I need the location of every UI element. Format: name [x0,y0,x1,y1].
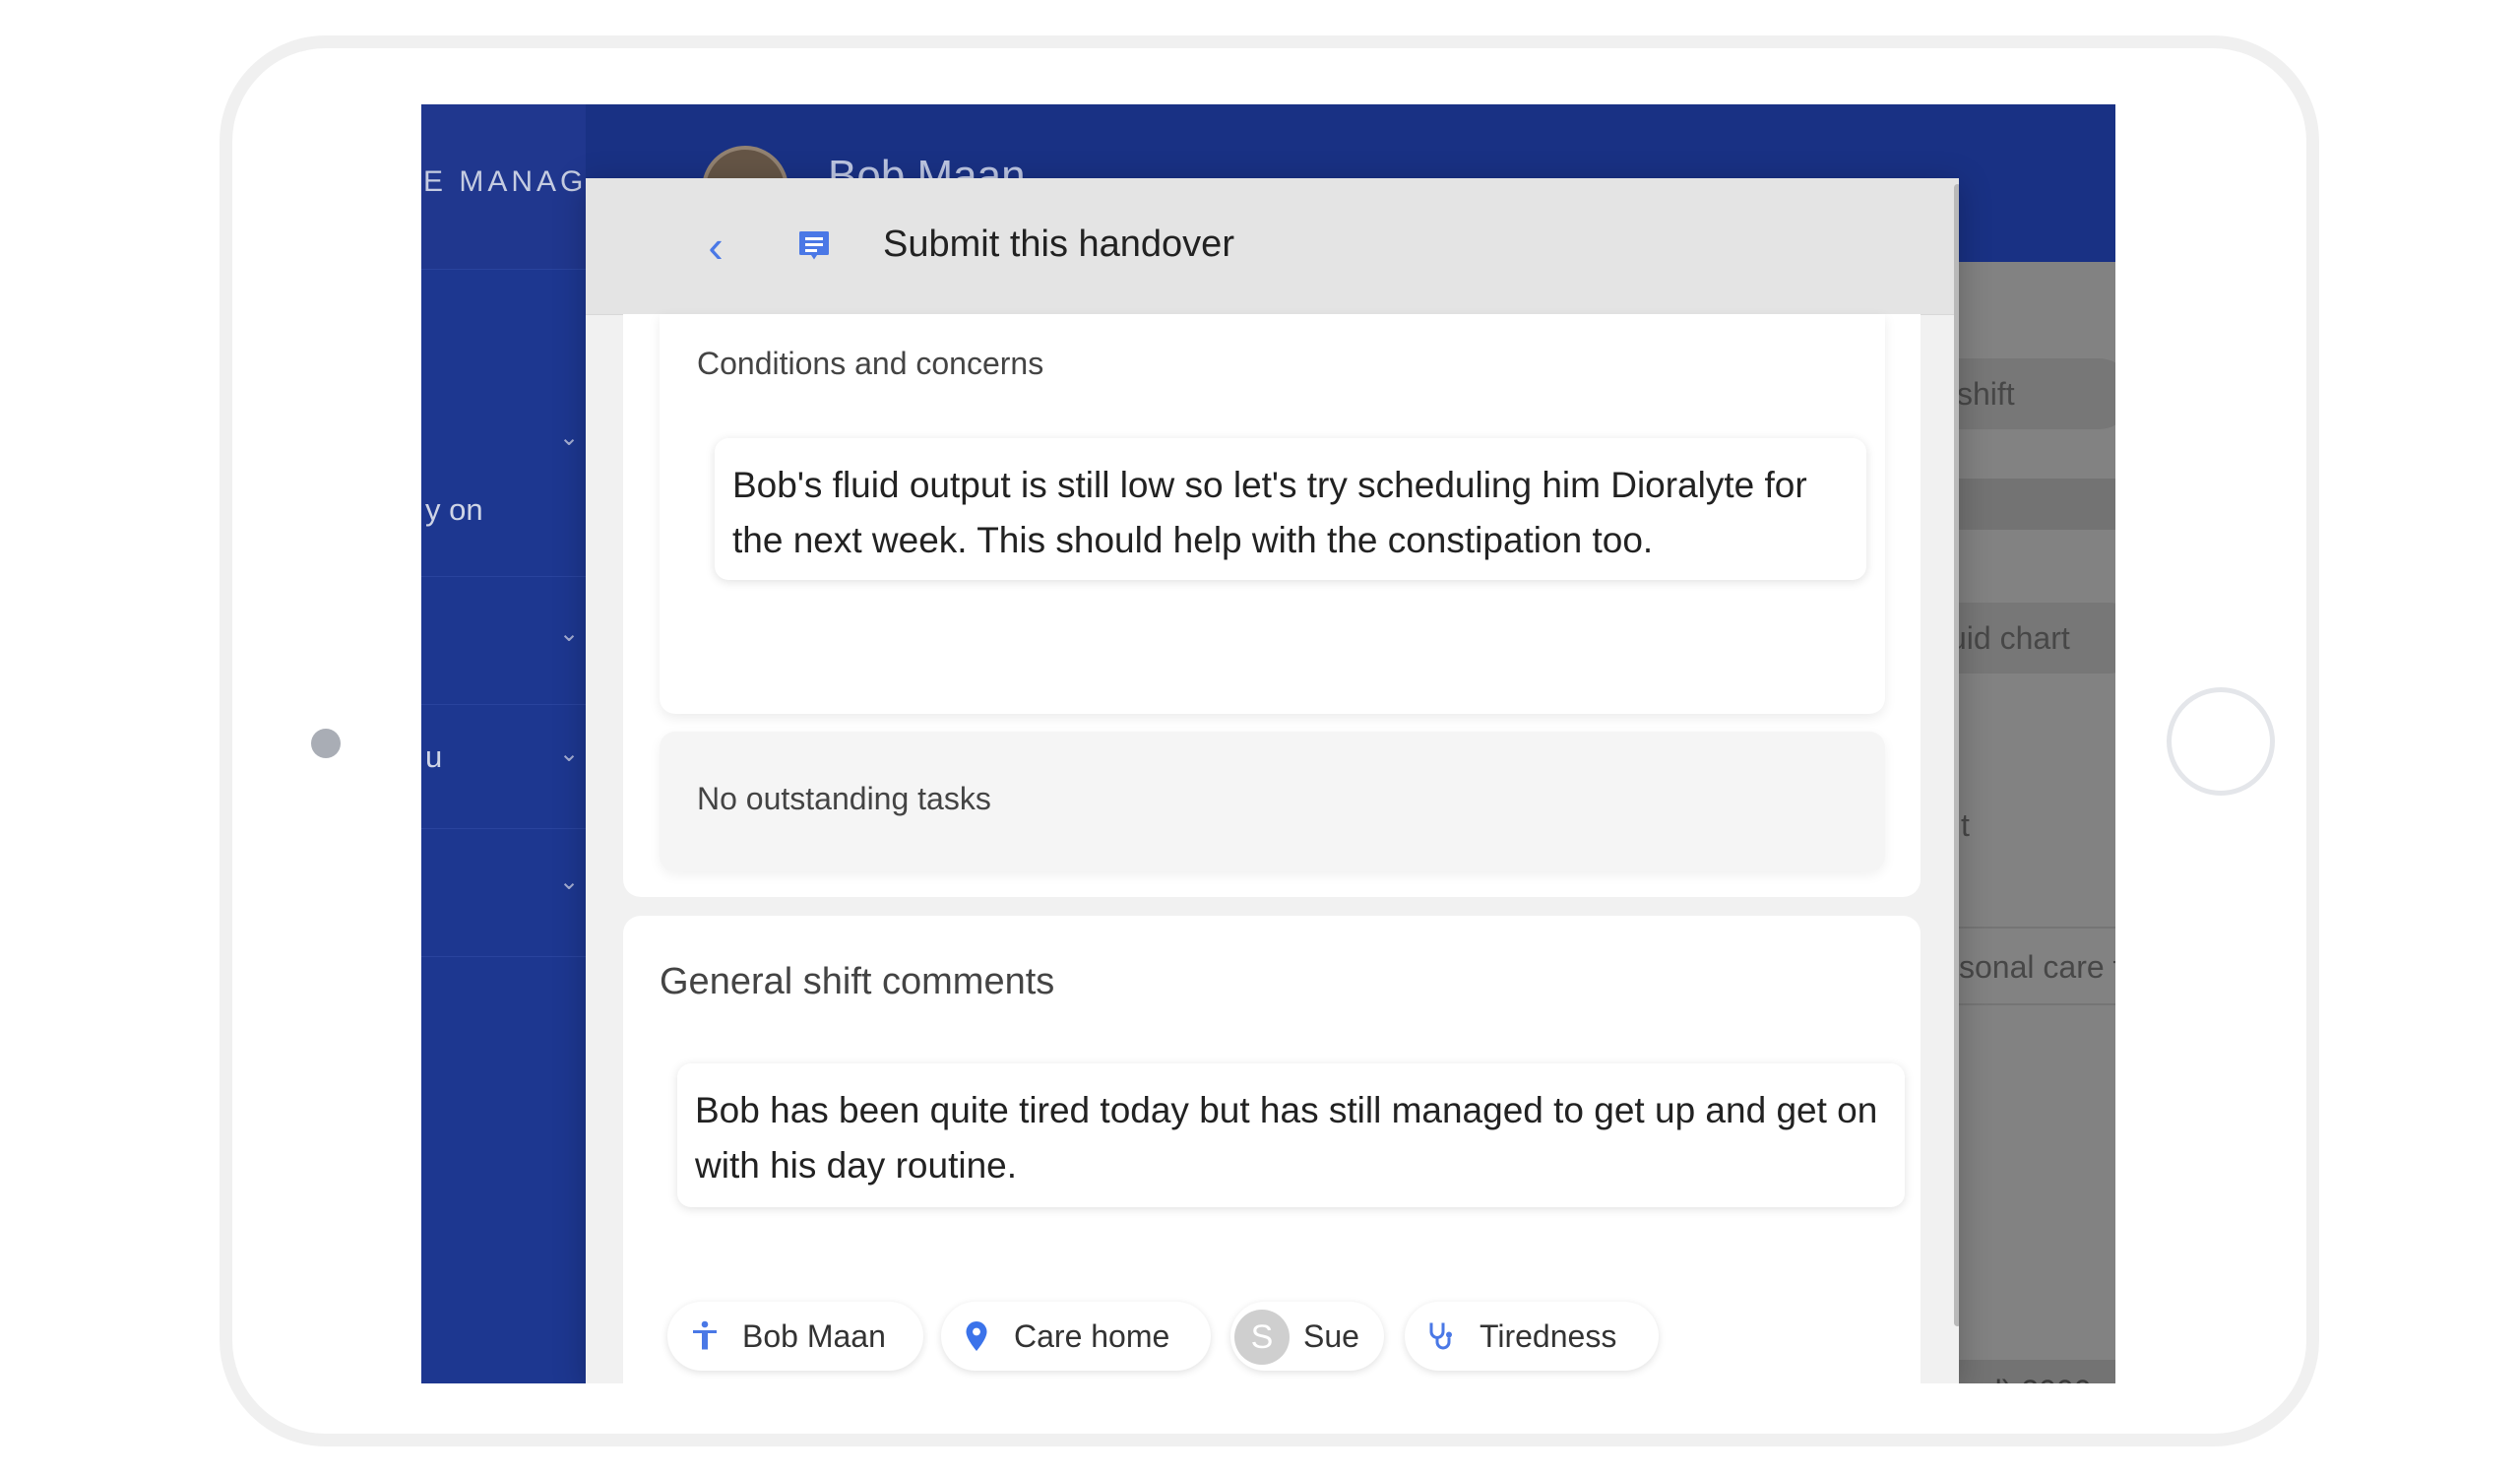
tasks-card: No outstanding tasks [660,732,1885,871]
general-comments-label: General shift comments [660,961,1055,1002]
conditions-label: Conditions and concerns [697,346,1044,381]
tag-label: Sue [1303,1318,1359,1354]
tag-resident[interactable]: Bob Maan [667,1302,923,1371]
tablet-home-button[interactable] [2167,687,2275,796]
handover-details-card: Conditions and concerns Bob's fluid outp… [623,314,1921,897]
conditions-text: Bob's fluid output is still low so let's… [732,465,1807,560]
staff-initial-avatar: S [1234,1310,1290,1365]
general-comment-text: Bob has been quite tired today but has s… [695,1090,1878,1186]
tag-label: Bob Maan [742,1318,886,1354]
tag-staff[interactable]: S Sue [1230,1302,1384,1371]
tablet-camera-dot [311,729,341,758]
modal-header: ‹ Submit this handover [586,178,1959,315]
general-comments-card: General shift comments Bob has been quit… [623,916,1921,1383]
modal-scrollbar[interactable] [1954,184,1959,1326]
tasks-status: No outstanding tasks [697,781,991,816]
stethoscope-icon [1429,1322,1452,1350]
conditions-card: Conditions and concerns Bob's fluid outp… [660,314,1885,714]
note-icon [799,231,829,260]
person-icon [693,1320,717,1350]
tag-label: Tiredness [1480,1318,1617,1354]
modal-title: Submit this handover [883,224,1234,265]
app-screen: E MANAGER Bob Maan y on ⌄ ⌄ u ⌄ ⌄ shift … [421,104,2115,1383]
location-pin-icon [966,1321,987,1351]
chevron-left-icon[interactable]: ‹ [696,222,735,271]
conditions-note[interactable]: Bob's fluid output is still low so let's… [715,438,1866,580]
tag-label: Care home [1014,1318,1170,1354]
handover-modal: ‹ Submit this handover Conditions and co… [586,178,1959,1383]
general-comment-note[interactable]: Bob has been quite tired today but has s… [677,1063,1905,1207]
tag-location[interactable]: Care home [941,1302,1211,1371]
tag-condition[interactable]: Tiredness [1405,1302,1659,1371]
